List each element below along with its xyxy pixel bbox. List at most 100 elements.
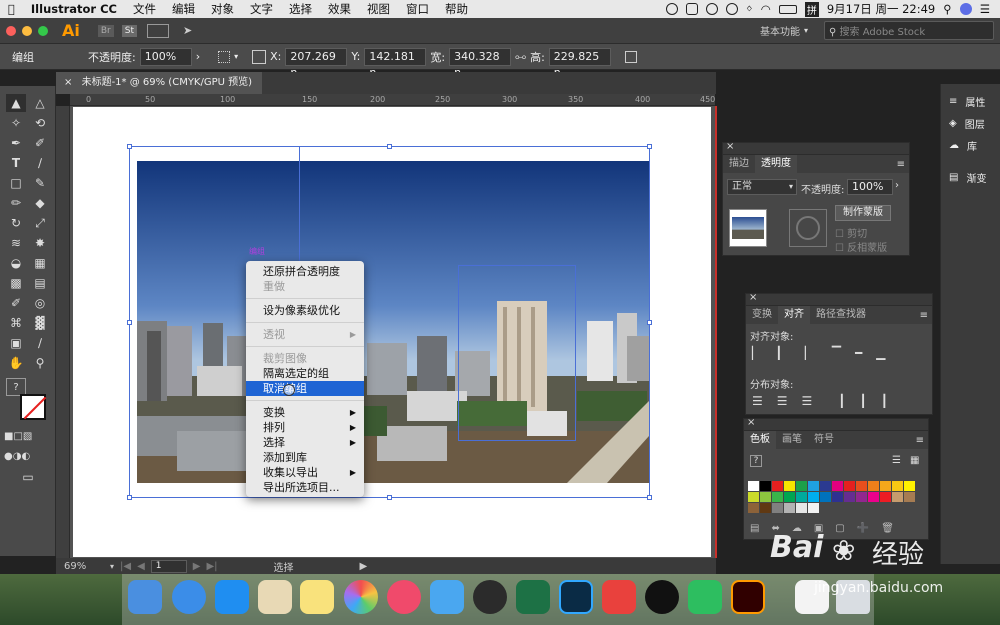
type-tool-icon[interactable]: T [6, 154, 26, 172]
xmind-icon[interactable] [602, 580, 636, 614]
y-input[interactable]: 142.181 n [364, 47, 427, 79]
next-page-icon[interactable]: ▶ [193, 561, 201, 572]
selection-tool-icon[interactable]: ▲ [6, 94, 26, 112]
align-bottom-icon[interactable]: ▁ [876, 346, 885, 360]
opacity-expand-icon[interactable]: › [196, 50, 200, 63]
handle-mr[interactable] [647, 320, 652, 325]
menu-item-select[interactable]: 选择 ▶ [246, 435, 364, 450]
blend-tool-icon[interactable]: ◎ [30, 294, 50, 312]
color-swatch[interactable] [748, 492, 759, 502]
menu-item-ungroup[interactable]: 取消编组 [246, 381, 364, 396]
panel-menu-icon[interactable]: ≡ [916, 435, 924, 446]
battery-icon[interactable] [778, 4, 797, 14]
menu-file[interactable]: 文件 [125, 1, 164, 17]
make-mask-button[interactable]: 制作蒙版 [835, 205, 891, 221]
graph-tool-icon[interactable]: ▓ [30, 314, 50, 332]
color-swatch[interactable] [856, 481, 867, 491]
document-tab[interactable]: × 未标题-1* @ 69% (CMYK/GPU 预览) [56, 72, 263, 94]
lasso-icon[interactable]: ⟲ [30, 114, 50, 132]
puppet-warp-icon[interactable]: ✸ [30, 234, 50, 252]
grid-view-icon[interactable]: ▦ [910, 455, 919, 466]
music-icon[interactable] [387, 580, 421, 614]
menu-item-add-to-library[interactable]: 添加到库 [246, 450, 364, 465]
color-swatch[interactable] [868, 492, 879, 502]
color-swatch[interactable] [796, 503, 807, 513]
evernote-status-icon[interactable] [685, 3, 698, 15]
color-swatch[interactable] [844, 481, 855, 491]
app-menu[interactable]: Illustrator CC [23, 2, 125, 16]
menu-item-arrange[interactable]: 排列 ▶ [246, 420, 364, 435]
align-left-icon[interactable]: ▏ [752, 346, 761, 360]
gradient-tool-icon[interactable]: ▤ [30, 274, 50, 292]
color-swatch[interactable] [892, 481, 903, 491]
close-panel-icon[interactable]: × [747, 417, 755, 428]
line-tool-icon[interactable]: ∕ [30, 154, 50, 172]
menu-window[interactable]: 窗口 [398, 1, 437, 17]
minimize-window-button[interactable] [22, 25, 32, 36]
color-swatch[interactable] [856, 492, 867, 502]
symbol-sprayer-icon[interactable]: ⌘ [6, 314, 26, 332]
arrange-documents-button[interactable] [147, 23, 169, 38]
width-tool-icon[interactable]: ≋ [6, 234, 26, 252]
constrain-link-icon[interactable]: ⧟ [515, 50, 526, 64]
tab-transparency[interactable]: 透明度 [755, 155, 797, 173]
shape-builder-icon[interactable]: ◒ [6, 254, 26, 272]
height-input[interactable]: 229.825 n [548, 47, 611, 79]
first-page-icon[interactable]: |◀ [120, 561, 131, 572]
tab-pathfinder[interactable]: 路径查找器 [810, 306, 872, 324]
mail-stamp-icon[interactable] [258, 580, 292, 614]
prev-page-icon[interactable]: ◀ [137, 561, 145, 572]
magic-wand-icon[interactable]: ✧ [6, 114, 26, 132]
tab-align[interactable]: 对齐 [778, 306, 810, 324]
mask-thumbnail[interactable] [789, 209, 827, 247]
screen-mode-icon[interactable]: ▭ [18, 468, 38, 486]
color-swatch[interactable] [760, 492, 771, 502]
color-swatch[interactable] [772, 503, 783, 513]
transform-grid-icon[interactable] [252, 49, 267, 64]
tab-symbols[interactable]: 符号 [808, 431, 840, 449]
close-tab-icon[interactable]: × [64, 77, 72, 88]
list-view-icon[interactable]: ☰ [892, 455, 901, 466]
close-panel-icon[interactable]: × [749, 292, 757, 303]
blend-mode-select[interactable]: 正常 ▾ [727, 179, 797, 195]
slice-tool-icon[interactable]: ∕ [30, 334, 50, 352]
dock-gradient[interactable]: ▤ 渐变 [949, 170, 986, 185]
draw-mode-icons[interactable]: ●◑◐ [4, 448, 30, 466]
notes-icon[interactable] [300, 580, 334, 614]
chevron-down-icon[interactable]: ▾ [110, 562, 114, 571]
color-swatch[interactable] [880, 481, 891, 491]
align-right-icon[interactable]: ▕ [796, 346, 805, 360]
handle-ml[interactable] [127, 320, 132, 325]
rotate-tool-icon[interactable]: ↻ [6, 214, 26, 232]
siri-icon[interactable] [959, 3, 972, 15]
handle-tl[interactable] [127, 144, 132, 149]
app-store-icon[interactable] [215, 580, 249, 614]
tab-stroke[interactable]: 描边 [723, 155, 755, 173]
photos-icon[interactable] [344, 580, 378, 614]
scale-tool-icon[interactable]: ⤢ [30, 214, 50, 232]
panel-menu-icon[interactable]: ≡ [897, 159, 905, 170]
tab-transform[interactable]: 变换 [746, 306, 778, 324]
distribute-right-icon[interactable]: ┃ [881, 394, 888, 408]
apple-icon[interactable]:  [0, 2, 23, 16]
shaper-tool-icon[interactable]: ✏ [6, 194, 26, 212]
menu-edit[interactable]: 编辑 [164, 1, 203, 17]
tool-status[interactable]: 选择 [274, 559, 354, 574]
color-swatch[interactable] [868, 481, 879, 491]
input-method[interactable]: 拼 [804, 1, 819, 17]
mesh-tool-icon[interactable]: ▩ [6, 274, 26, 292]
color-swatch[interactable] [796, 492, 807, 502]
color-swatch[interactable] [808, 492, 819, 502]
notification-center-icon[interactable]: ☰ [980, 2, 990, 16]
color-swatch[interactable] [880, 492, 891, 502]
color-swatch[interactable] [772, 481, 783, 491]
dock-properties[interactable]: ≡ 属性 [949, 94, 985, 109]
wechat-status-icon[interactable] [705, 3, 718, 15]
handle-br[interactable] [647, 495, 652, 500]
pen-tool-icon[interactable]: ✒ [6, 134, 26, 152]
menu-help[interactable]: 帮助 [437, 1, 476, 17]
color-swatch[interactable] [904, 481, 915, 491]
unknown-swatch-icon[interactable]: ? [750, 455, 762, 467]
invert-mask-checkbox[interactable]: ☐ 反相蒙版 [835, 239, 887, 254]
eraser-icon[interactable]: ◆ [30, 194, 50, 212]
